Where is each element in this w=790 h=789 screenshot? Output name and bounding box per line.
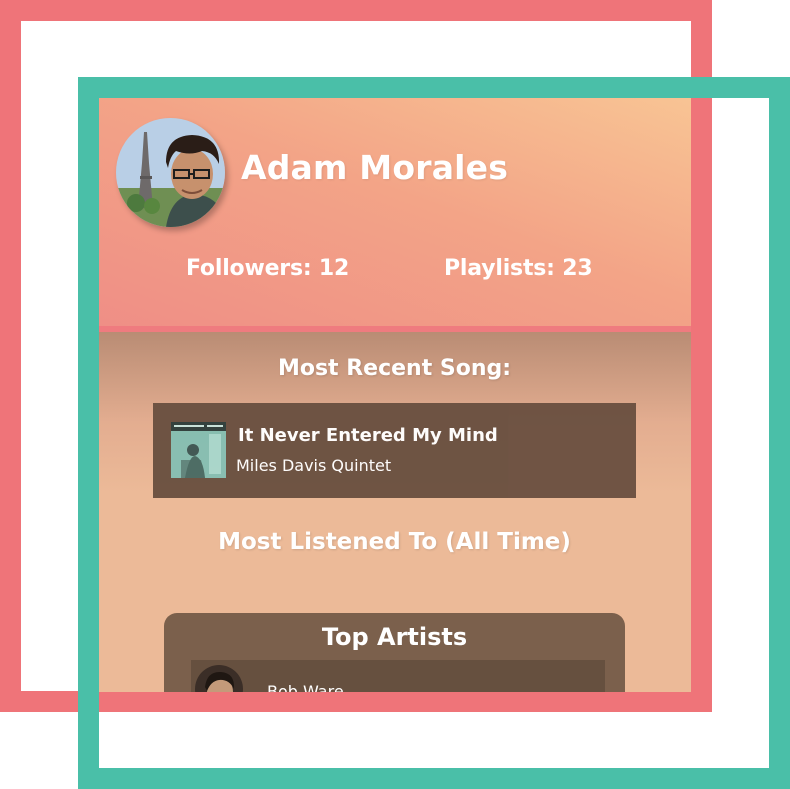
decorative-frame-teal	[78, 77, 790, 789]
